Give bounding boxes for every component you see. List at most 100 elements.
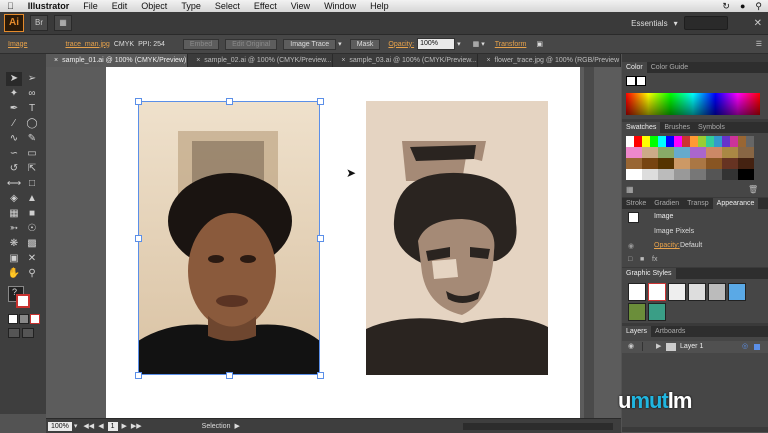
appearance-opacity-link[interactable]: Opacity: xyxy=(654,242,680,249)
menu-app-name[interactable]: Illustrator xyxy=(21,1,77,11)
add-stroke-icon[interactable]: □ xyxy=(628,256,632,263)
selection-bounding-box[interactable] xyxy=(138,101,320,375)
opacity-dropdown-icon[interactable]: ▾ xyxy=(457,40,461,48)
menu-effect[interactable]: Effect xyxy=(247,1,284,11)
close-icon[interactable]: ✕ xyxy=(754,18,762,29)
graphic-style-swatch[interactable] xyxy=(728,283,746,301)
rotate-tool-icon[interactable]: ↺ xyxy=(6,162,22,176)
selection-handle[interactable] xyxy=(135,235,142,242)
tab-sample-02[interactable]: × sample_02.ai @ 100% (CMYK/Preview... xyxy=(188,54,334,67)
tab-sample-01[interactable]: × sample_01.ai @ 100% (CMYK/Preview) xyxy=(46,54,189,67)
width-tool-icon[interactable]: ⟷ xyxy=(6,177,22,191)
isolate-icon[interactable]: ▣ xyxy=(536,40,543,48)
menu-help[interactable]: Help xyxy=(363,1,396,11)
graphic-style-swatch[interactable] xyxy=(628,283,646,301)
artboard-number-field[interactable]: 1 xyxy=(107,421,118,431)
workspace-label[interactable]: Essentials xyxy=(631,19,667,28)
align-icon[interactable]: ▦ xyxy=(473,40,480,48)
shape-builder-tool-icon[interactable]: ◈ xyxy=(6,192,22,206)
tab-gradient[interactable]: Gradien xyxy=(650,198,683,209)
menu-window[interactable]: Window xyxy=(317,1,363,11)
traced-image[interactable] xyxy=(366,101,548,375)
menu-view[interactable]: View xyxy=(284,1,317,11)
opacity-link[interactable]: Opacity: xyxy=(388,41,414,48)
selection-handle[interactable] xyxy=(317,372,324,379)
draw-normal-icon[interactable] xyxy=(8,328,20,338)
mesh-tool-icon[interactable]: ▦ xyxy=(6,207,22,221)
tab-appearance[interactable]: Appearance xyxy=(712,198,759,209)
graphic-style-swatch[interactable] xyxy=(688,283,706,301)
scale-tool-icon[interactable]: ⇱ xyxy=(24,162,40,176)
tab-brushes[interactable]: Brushes xyxy=(660,122,694,133)
layer-name[interactable]: Layer 1 xyxy=(680,343,703,350)
wifi-icon[interactable]: ● xyxy=(740,1,745,12)
artboard-tool-icon[interactable]: ▣ xyxy=(6,252,22,266)
color-mode-icon[interactable] xyxy=(8,314,18,324)
tab-close-icon[interactable]: × xyxy=(341,57,345,64)
add-effect-icon[interactable]: fx xyxy=(652,256,657,263)
menu-select[interactable]: Select xyxy=(208,1,247,11)
embed-button[interactable]: Embed xyxy=(182,38,220,50)
delete-swatch-icon[interactable]: 🗑 xyxy=(748,185,758,194)
selection-handle[interactable] xyxy=(135,372,142,379)
line-tool-icon[interactable]: ∕ xyxy=(6,117,22,131)
zoom-field[interactable]: 100% xyxy=(48,421,72,431)
object-type-link[interactable]: Image xyxy=(8,41,27,48)
tab-color-guide[interactable]: Color Guide xyxy=(647,62,692,73)
tab-artboards[interactable]: Artboards xyxy=(651,326,689,337)
selection-handle[interactable] xyxy=(317,235,324,242)
menu-file[interactable]: File xyxy=(76,1,105,11)
pen-tool-icon[interactable]: ✒ xyxy=(6,102,22,116)
zoom-tool-icon[interactable]: ⚲ xyxy=(24,267,40,281)
selection-handle[interactable] xyxy=(226,372,233,379)
layer-row[interactable]: ◉ ▶ Layer 1 ◎ xyxy=(622,341,768,353)
free-transform-tool-icon[interactable]: □ xyxy=(24,177,40,191)
graphic-style-swatch[interactable] xyxy=(628,303,646,321)
artboard[interactable] xyxy=(106,67,580,418)
add-fill-icon[interactable]: ■ xyxy=(640,256,644,263)
linked-file-link[interactable]: trace_man.jpg xyxy=(65,41,109,48)
status-menu-icon[interactable]: ▶ xyxy=(234,422,239,430)
graphic-style-swatch[interactable] xyxy=(708,283,726,301)
tab-swatches[interactable]: Swatches xyxy=(622,122,661,133)
swatch-grid[interactable] xyxy=(626,136,754,180)
target-icon[interactable]: ◎ xyxy=(742,342,748,350)
tab-flower-trace[interactable]: × flower_trace.jpg @ 100% (RGB/Preview xyxy=(478,54,621,67)
chevron-down-icon[interactable]: ▾ xyxy=(674,19,678,28)
selection-handle[interactable] xyxy=(226,98,233,105)
image-trace-dropdown-icon[interactable]: ▾ xyxy=(338,40,342,48)
stroke-color-icon[interactable] xyxy=(16,294,30,308)
ellipse-tool-icon[interactable]: ◯ xyxy=(24,117,40,131)
tab-close-icon[interactable]: × xyxy=(196,57,200,64)
column-graph-tool-icon[interactable]: ▩ xyxy=(24,237,40,251)
tab-sample-03[interactable]: × sample_03.ai @ 100% (CMYK/Preview... xyxy=(333,54,479,67)
lock-toggle[interactable] xyxy=(642,342,651,351)
bridge-button[interactable]: Br xyxy=(30,15,48,31)
perspective-grid-tool-icon[interactable]: ▲ xyxy=(24,192,40,206)
tab-transparency[interactable]: Transp xyxy=(683,198,713,209)
visibility-eye-icon[interactable]: ◉ xyxy=(628,242,634,250)
menu-object[interactable]: Object xyxy=(134,1,174,11)
edit-original-button[interactable]: Edit Original xyxy=(225,38,278,50)
type-tool-icon[interactable]: T xyxy=(24,102,40,116)
lasso-tool-icon[interactable]: ∞ xyxy=(24,87,40,101)
search-icon[interactable]: ⚲ xyxy=(755,1,762,12)
panel-menu-icon[interactable]: ☰ xyxy=(756,40,762,48)
align-dropdown-icon[interactable]: ▾ xyxy=(481,40,485,48)
blend-tool-icon[interactable]: ☉ xyxy=(24,222,40,236)
prev-artboard-icon[interactable]: ◀ xyxy=(98,422,103,430)
opacity-field[interactable]: 100% xyxy=(417,38,456,50)
blob-brush-tool-icon[interactable]: ∽ xyxy=(6,147,22,161)
selection-indicator[interactable] xyxy=(754,344,760,350)
expand-triangle-icon[interactable]: ▶ xyxy=(656,342,661,350)
apple-icon[interactable]:  xyxy=(0,1,21,11)
symbol-sprayer-tool-icon[interactable]: ❋ xyxy=(6,237,22,251)
zoom-dropdown-icon[interactable]: ▾ xyxy=(74,422,78,430)
magic-wand-tool-icon[interactable]: ✦ xyxy=(6,87,22,101)
tab-close-icon[interactable]: × xyxy=(486,57,490,64)
menu-type[interactable]: Type xyxy=(174,1,208,11)
hand-tool-icon[interactable]: ✋ xyxy=(6,267,22,281)
vertical-scrollbar[interactable] xyxy=(584,67,594,418)
next-artboard-icon[interactable]: ▶ xyxy=(122,422,127,430)
last-artboard-icon[interactable]: ▶▶ xyxy=(131,422,142,430)
